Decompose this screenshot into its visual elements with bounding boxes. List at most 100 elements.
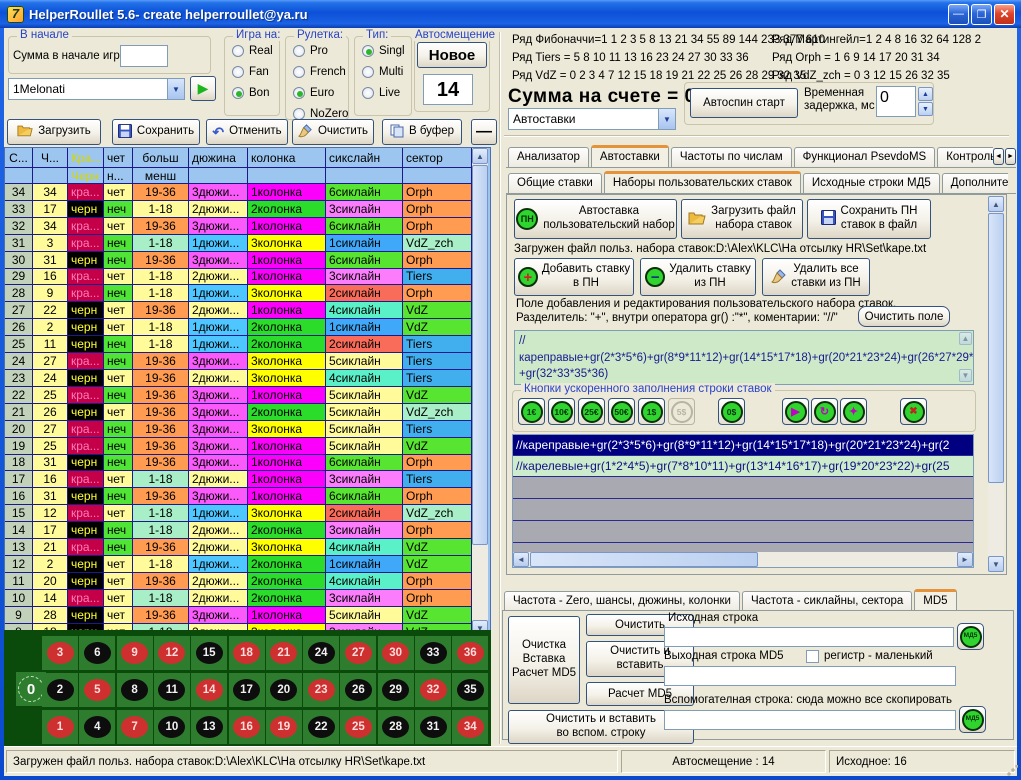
board-cell-2[interactable]: 2 [42, 673, 78, 707]
floppy-button[interactable]: Сохранить [112, 119, 200, 145]
clear-row-button[interactable]: ✖ [900, 398, 927, 425]
collapse-button[interactable]: — [471, 119, 497, 145]
board-cell-24[interactable]: 24 [303, 636, 339, 670]
tab-psevdoms[interactable]: Функционал PsevdoMS [794, 147, 936, 167]
bet-sets-listbox[interactable]: //кареправые+gr(2*3*5*6)+gr(8*9*11*12)+g… [512, 434, 974, 568]
list-scroll-thumb[interactable] [530, 552, 758, 567]
tab-user-bet-sets[interactable]: Наборы пользовательских ставок [604, 171, 801, 193]
board-cell-28[interactable]: 28 [378, 710, 414, 744]
board-cell-15[interactable]: 15 [191, 636, 227, 670]
tab-common-bets[interactable]: Общие ставки [508, 173, 602, 193]
board-cell-11[interactable]: 11 [154, 673, 190, 707]
chevron-down-icon[interactable]: ▼ [167, 79, 184, 99]
board-cell-6[interactable]: 6 [79, 636, 115, 670]
radio-multi[interactable]: Multi [362, 64, 411, 79]
md5-run-aux-button[interactable]: МД5 [959, 706, 986, 733]
board-cell-31[interactable]: 31 [415, 710, 451, 744]
board-cell-3[interactable]: 3 [42, 636, 78, 670]
board-cell-32[interactable]: 32 [415, 673, 451, 707]
board-cell-12[interactable]: 12 [154, 636, 190, 670]
clear-field-button[interactable]: Очистить поле [858, 306, 950, 327]
table-scroll-thumb[interactable] [472, 165, 488, 545]
radio-fan[interactable]: Fan [232, 64, 279, 79]
run-preset-button[interactable]: ▶ [190, 76, 216, 101]
panel-scrollbar[interactable]: ▲ ▼ [988, 196, 1004, 573]
radio-real[interactable]: Real [232, 43, 279, 58]
radio-live[interactable]: Live [362, 85, 411, 100]
md5-run-source-button[interactable]: МД5 [957, 623, 984, 650]
edit-scroll-down-icon[interactable]: ▼ [959, 369, 972, 382]
tab-freq-zero-chances[interactable]: Частота - Zero, шансы, дюжины, колонки [504, 591, 740, 611]
board-cell-5[interactable]: 5 [79, 673, 115, 707]
repeat-fill-button[interactable]: ↻ [811, 398, 838, 425]
board-cell-26[interactable]: 26 [340, 673, 376, 707]
board-cell-9[interactable]: 9 [117, 636, 153, 670]
radio-singl[interactable]: Singl [362, 43, 411, 58]
minimize-icon[interactable]: — [948, 4, 969, 25]
undo-button[interactable]: ↶Отменить [206, 119, 288, 145]
close-icon[interactable]: ✕ [994, 4, 1015, 25]
delete-bet-button[interactable]: − Удалить ставкуиз ПН [640, 258, 756, 296]
scroll-up-icon[interactable]: ▲ [988, 196, 1004, 212]
board-cell-23[interactable]: 23 [303, 673, 339, 707]
chip-1usd-button[interactable]: 1$ [638, 398, 665, 425]
list-item[interactable]: //карелевые+gr(1*2*4*5)+gr(7*8*10*11)+gr… [513, 456, 973, 477]
board-cell-16[interactable]: 16 [229, 710, 265, 744]
load-set-file-button[interactable]: Загрузить файлнабора ставок [681, 199, 803, 239]
board-cell-20[interactable]: 20 [266, 673, 302, 707]
board-cell-14[interactable]: 14 [191, 673, 227, 707]
table-scrollbar[interactable]: ▲ ▼ [472, 148, 488, 636]
board-cell-25[interactable]: 25 [340, 710, 376, 744]
autobets-combo[interactable]: Автоставки ▼ [508, 108, 676, 130]
scroll-left-icon[interactable]: ◄ [513, 552, 529, 567]
delete-all-bets-button[interactable]: Удалить всеставки из ПН [762, 258, 870, 296]
tab-md5-source-strings[interactable]: Исходные строки МД5 [803, 173, 940, 193]
scroll-up-icon[interactable]: ▲ [472, 148, 488, 164]
board-cell-10[interactable]: 10 [154, 710, 190, 744]
play-fill-button[interactable]: ▶ [782, 398, 809, 425]
save-set-file-button[interactable]: Сохранить ПНставок в файл [807, 199, 931, 239]
spinner-down-icon[interactable]: ▼ [918, 102, 933, 116]
list-hscrollbar[interactable]: ◄ ► [513, 552, 973, 567]
board-cell-8[interactable]: 8 [117, 673, 153, 707]
md5-master-button[interactable]: ОчисткаВставкаРасчет MD5 [508, 616, 580, 704]
chip-0usd-button[interactable]: 0$ [718, 398, 745, 425]
tab-analyzer[interactable]: Анализатор [508, 147, 589, 167]
resize-grip[interactable] [1006, 765, 1018, 777]
chip-1eur-button[interactable]: 1€ [518, 398, 545, 425]
copy-button[interactable]: В буфер [382, 119, 462, 145]
board-cell-22[interactable]: 22 [303, 710, 339, 744]
board-cell-21[interactable]: 21 [266, 636, 302, 670]
radio-pro[interactable]: Pro [293, 43, 348, 58]
autoset-user-button[interactable]: ПН Автоставкапользовательский набор [514, 199, 677, 239]
board-cell-7[interactable]: 7 [117, 710, 153, 744]
board-cell-1[interactable]: 1 [42, 710, 78, 744]
board-cell-17[interactable]: 17 [229, 673, 265, 707]
add-bet-button[interactable]: + Добавить ставкув ПН [514, 258, 634, 296]
radio-euro[interactable]: Euro [293, 85, 348, 100]
board-cell-19[interactable]: 19 [266, 710, 302, 744]
mirror-fill-button[interactable]: ✦ [840, 398, 867, 425]
tab-freq-sixlines-sectors[interactable]: Частота - сиклайны, сектора [742, 591, 912, 611]
start-sum-input[interactable] [120, 45, 168, 67]
scroll-down-icon[interactable]: ▼ [988, 556, 1004, 572]
bet-edit-area[interactable]: //кареправые+gr(2*3*5*6)+gr(8*9*11*12)+g… [514, 330, 974, 385]
new-offset-button[interactable]: Новое [417, 42, 487, 68]
board-cell-30[interactable]: 30 [378, 636, 414, 670]
lowercase-checkbox[interactable] [806, 650, 819, 663]
board-cell-18[interactable]: 18 [229, 636, 265, 670]
tab-frequencies[interactable]: Частоты по числам [671, 147, 792, 167]
tab-autobets[interactable]: Автоставки [591, 145, 669, 167]
brush-button[interactable]: Очистить [292, 119, 374, 145]
board-cell-33[interactable]: 33 [415, 636, 451, 670]
list-item[interactable]: //кареправые+gr(2*3*5*6)+gr(8*9*11*12)+g… [513, 435, 973, 456]
radio-bon[interactable]: Bon [232, 85, 279, 100]
spinner-up-icon[interactable]: ▲ [918, 87, 933, 101]
board-cell-36[interactable]: 36 [452, 636, 488, 670]
open-folder-button[interactable]: Загрузить [7, 119, 101, 145]
preset-combo[interactable]: 1Melonati ▼ [8, 78, 185, 100]
scroll-right-icon[interactable]: ► [957, 552, 973, 567]
tabs-scroll-right-icon[interactable]: ► [1005, 148, 1016, 165]
autospin-start-button[interactable]: Автоспин старт [690, 88, 798, 118]
tab-bankroll-control[interactable]: Контроль банкро [937, 147, 993, 167]
